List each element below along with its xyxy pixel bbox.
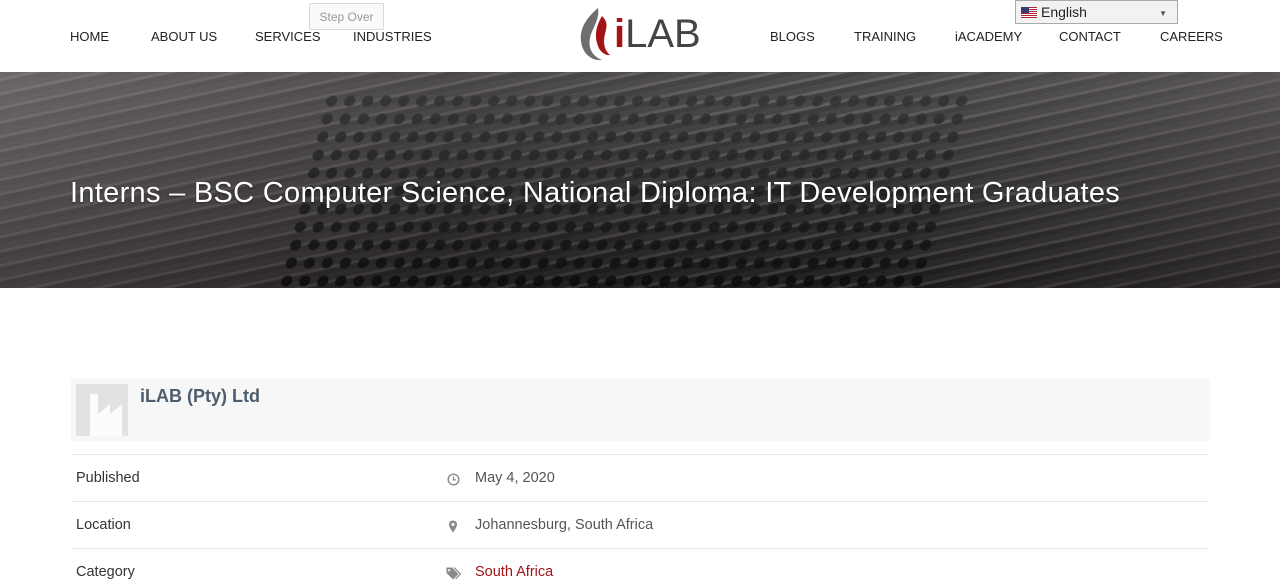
published-date: May 4, 2020: [475, 470, 555, 486]
factory-icon: [90, 394, 122, 436]
clock-icon: [446, 472, 460, 486]
location-value: Johannesburg, South Africa: [475, 517, 654, 533]
site-header: HOME ABOUT US SERVICES INDUSTRIES Step O…: [0, 0, 1280, 72]
logo-wordmark: iLAB: [614, 12, 701, 57]
nav-contact[interactable]: CONTACT: [1059, 29, 1121, 44]
nav-training[interactable]: TRAINING: [854, 29, 916, 44]
published-label: Published: [76, 470, 140, 486]
nav-careers[interactable]: CAREERS: [1160, 29, 1223, 44]
nav-industries[interactable]: INDUSTRIES: [353, 29, 432, 44]
divider: [71, 501, 1209, 502]
logo-lab: LAB: [625, 11, 701, 56]
category-link[interactable]: South Africa: [475, 564, 553, 580]
step-over-tooltip: Step Over: [309, 3, 384, 30]
page-title: Interns – BSC Computer Science, National…: [70, 177, 1121, 209]
map-pin-icon: [446, 519, 460, 533]
flame-logo-icon: [580, 8, 610, 61]
category-label: Category: [76, 564, 135, 580]
us-flag-icon: [1021, 6, 1037, 18]
dropdown-caret-icon: ▼: [1159, 9, 1167, 18]
divider: [71, 454, 1209, 455]
nav-about-us[interactable]: ABOUT US: [151, 29, 217, 44]
company-card: iLAB (Pty) Ltd: [71, 378, 1210, 441]
location-label: Location: [76, 517, 131, 533]
nav-blogs[interactable]: BLOGS: [770, 29, 815, 44]
divider: [71, 548, 1209, 549]
nav-services[interactable]: SERVICES: [255, 29, 321, 44]
logo-i: i: [614, 11, 626, 56]
ilab-logo[interactable]: iLAB: [576, 5, 706, 63]
company-logo-placeholder: [76, 384, 128, 436]
nav-home[interactable]: HOME: [70, 29, 109, 44]
tags-icon: [446, 566, 462, 580]
nav-iacademy[interactable]: iACADEMY: [955, 29, 1022, 44]
language-select[interactable]: English ▼: [1015, 0, 1178, 24]
hero-banner: Interns – BSC Computer Science, National…: [0, 72, 1280, 288]
company-name[interactable]: iLAB (Pty) Ltd: [140, 386, 260, 407]
language-selected: English: [1041, 4, 1087, 20]
